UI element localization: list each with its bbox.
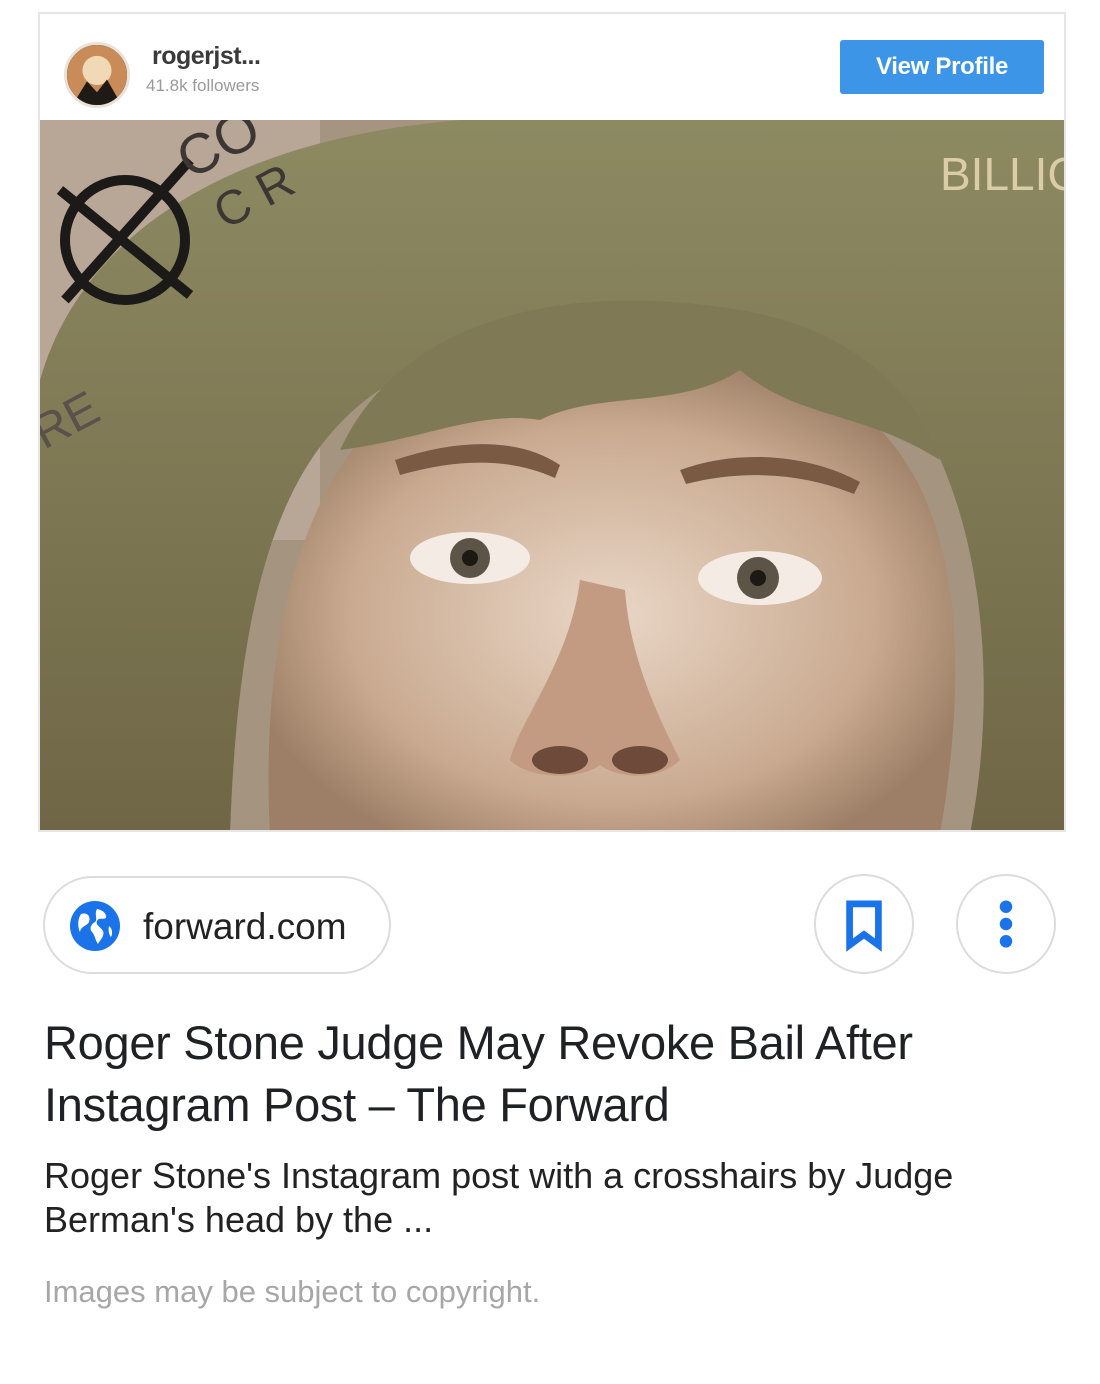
profile-avatar[interactable] (64, 42, 130, 108)
globe-icon (69, 900, 121, 952)
more-options-button[interactable] (956, 874, 1056, 974)
profile-followers: 41.8k followers (146, 76, 260, 95)
view-profile-button[interactable]: View Profile (840, 40, 1044, 94)
bookmark-button[interactable] (814, 874, 914, 974)
result-title[interactable]: Roger Stone Judge May Revoke Bail After … (44, 1012, 1054, 1136)
profile-username[interactable]: rogerjst... (152, 42, 261, 71)
more-vertical-icon (999, 900, 1013, 948)
source-domain: forward.com (143, 906, 347, 947)
copyright-notice: Images may be subject to copyright. (44, 1274, 541, 1309)
result-snippet: Roger Stone's Instagram post with a cros… (44, 1155, 954, 1240)
instagram-header: rogerjst... 41.8k followers View Profile (40, 14, 1064, 120)
bookmark-icon (846, 900, 882, 952)
overlay-text-billic: BILLIC (940, 148, 1066, 200)
post-image[interactable]: CO C R RE BILLIC (40, 120, 1066, 830)
instagram-embed-card[interactable]: rogerjst... 41.8k followers View Profile (38, 12, 1066, 832)
source-chip[interactable]: forward.com (43, 876, 391, 974)
